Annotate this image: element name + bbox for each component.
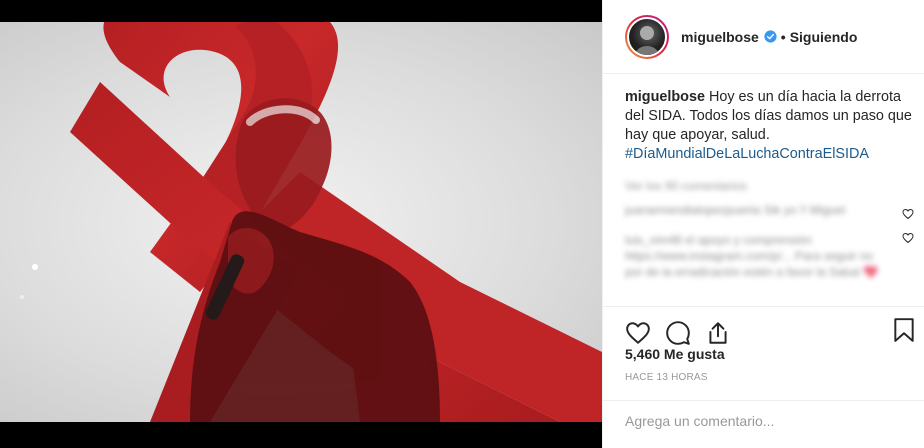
post-header: miguelbose • Siguiendo xyxy=(603,0,924,74)
media-letterbox-top xyxy=(0,0,602,22)
like-heart-icon[interactable] xyxy=(625,320,651,346)
post-timestamp[interactable]: HACE 13 HORAS xyxy=(625,372,708,383)
hashtag-link[interactable]: #DíaMundialDeLaLuchaContraElSIDA xyxy=(625,145,916,164)
post-actions-bar xyxy=(603,306,924,346)
media-letterbox-bottom xyxy=(0,422,602,448)
share-upload-icon[interactable] xyxy=(705,320,731,346)
comment-item: luis_vim48 el apoyo y comprensión https:… xyxy=(603,218,924,280)
like-comment-heart-icon[interactable] xyxy=(902,232,914,244)
avatar-photo-icon xyxy=(635,25,659,55)
red-ribbon-artwork xyxy=(20,22,602,422)
likes-count[interactable]: 5,460 Me gusta xyxy=(625,346,725,362)
post-sidebar: miguelbose • Siguiendo miguelbose Hoy es… xyxy=(602,0,924,448)
avatar[interactable] xyxy=(627,16,667,57)
post-media[interactable] xyxy=(0,0,602,448)
comment-bubble-icon[interactable] xyxy=(665,320,691,346)
view-all-comments-link[interactable]: Ver los 90 comentarios xyxy=(603,164,924,194)
story-ring[interactable] xyxy=(625,14,669,59)
following-button[interactable]: Siguiendo xyxy=(790,29,858,45)
post-caption: miguelbose Hoy es un día hacia la derrot… xyxy=(603,74,924,164)
verified-badge-icon xyxy=(764,30,777,43)
instagram-post-modal: miguelbose • Siguiendo miguelbose Hoy es… xyxy=(0,0,924,448)
add-comment-input[interactable]: Agrega un comentario... xyxy=(603,400,924,448)
caption-username[interactable]: miguelbose xyxy=(625,89,705,105)
username-link[interactable]: miguelbose xyxy=(681,29,759,45)
comment-text: luis_vim48 el apoyo y comprensión https:… xyxy=(625,233,879,279)
save-bookmark-icon[interactable] xyxy=(893,317,915,343)
separator-dot: • xyxy=(780,28,786,45)
post-photo[interactable] xyxy=(0,22,602,422)
comment-item: juanarmendialopezpuerta Sik yo !! Miguel xyxy=(603,194,924,220)
comment-text: juanarmendialopezpuerta Sik yo !! Miguel xyxy=(625,203,846,217)
